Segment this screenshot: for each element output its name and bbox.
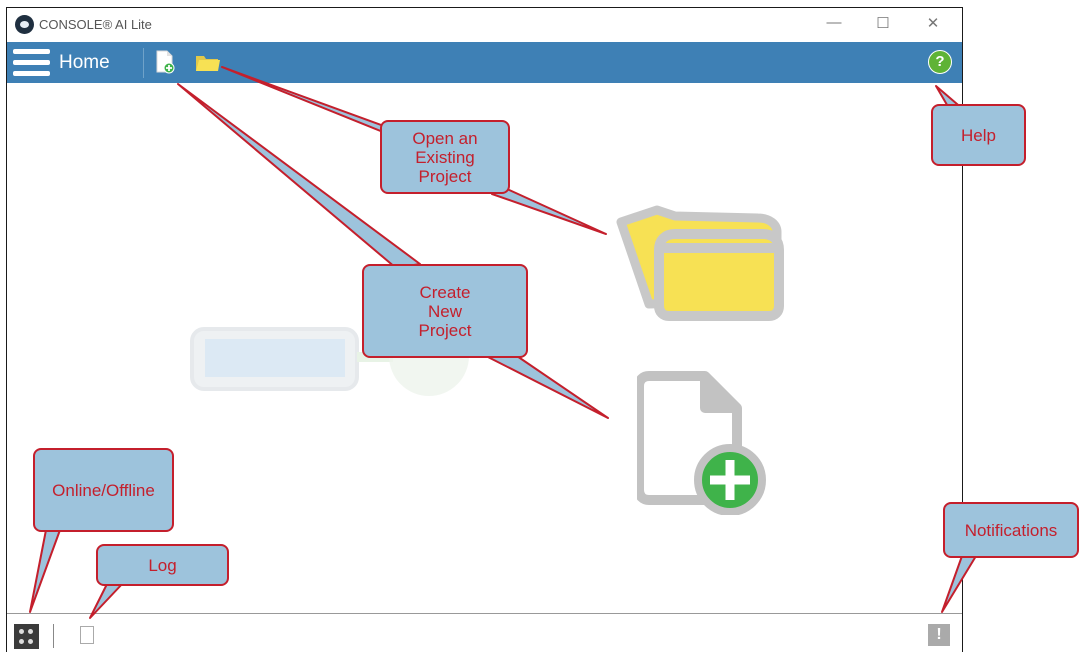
callout-open-project: Open an Existing Project <box>380 120 510 194</box>
title-bar: CONSOLE® AI Lite — ☐ ✕ <box>7 8 962 42</box>
open-project-icon[interactable] <box>195 54 221 72</box>
new-project-icon[interactable] <box>155 50 175 74</box>
log-icon[interactable] <box>80 626 94 644</box>
status-divider <box>53 624 54 648</box>
open-project-large-icon[interactable] <box>613 204 793 324</box>
toolbar-divider <box>143 48 144 78</box>
minimize-button[interactable]: — <box>822 14 846 31</box>
status-bar: ! <box>7 613 962 654</box>
app-logo-icon <box>15 15 34 34</box>
create-project-large-icon[interactable] <box>637 370 777 515</box>
maximize-button[interactable]: ☐ <box>871 14 895 32</box>
hamburger-menu-icon[interactable] <box>13 47 50 78</box>
home-label[interactable]: Home <box>59 52 110 74</box>
help-icon[interactable]: ? <box>928 50 952 74</box>
callout-create-project: Create New Project <box>362 264 528 358</box>
notifications-icon[interactable]: ! <box>928 624 950 646</box>
callout-log: Log <box>96 544 229 586</box>
callout-notifications: Notifications <box>943 502 1079 558</box>
close-button[interactable]: ✕ <box>921 14 945 32</box>
toolbar: Home ? <box>7 42 962 83</box>
callout-online-offline: Online/Offline <box>33 448 174 532</box>
callout-help: Help <box>931 104 1026 166</box>
window-title: CONSOLE® AI Lite <box>39 17 152 32</box>
online-offline-icon[interactable] <box>14 624 39 649</box>
